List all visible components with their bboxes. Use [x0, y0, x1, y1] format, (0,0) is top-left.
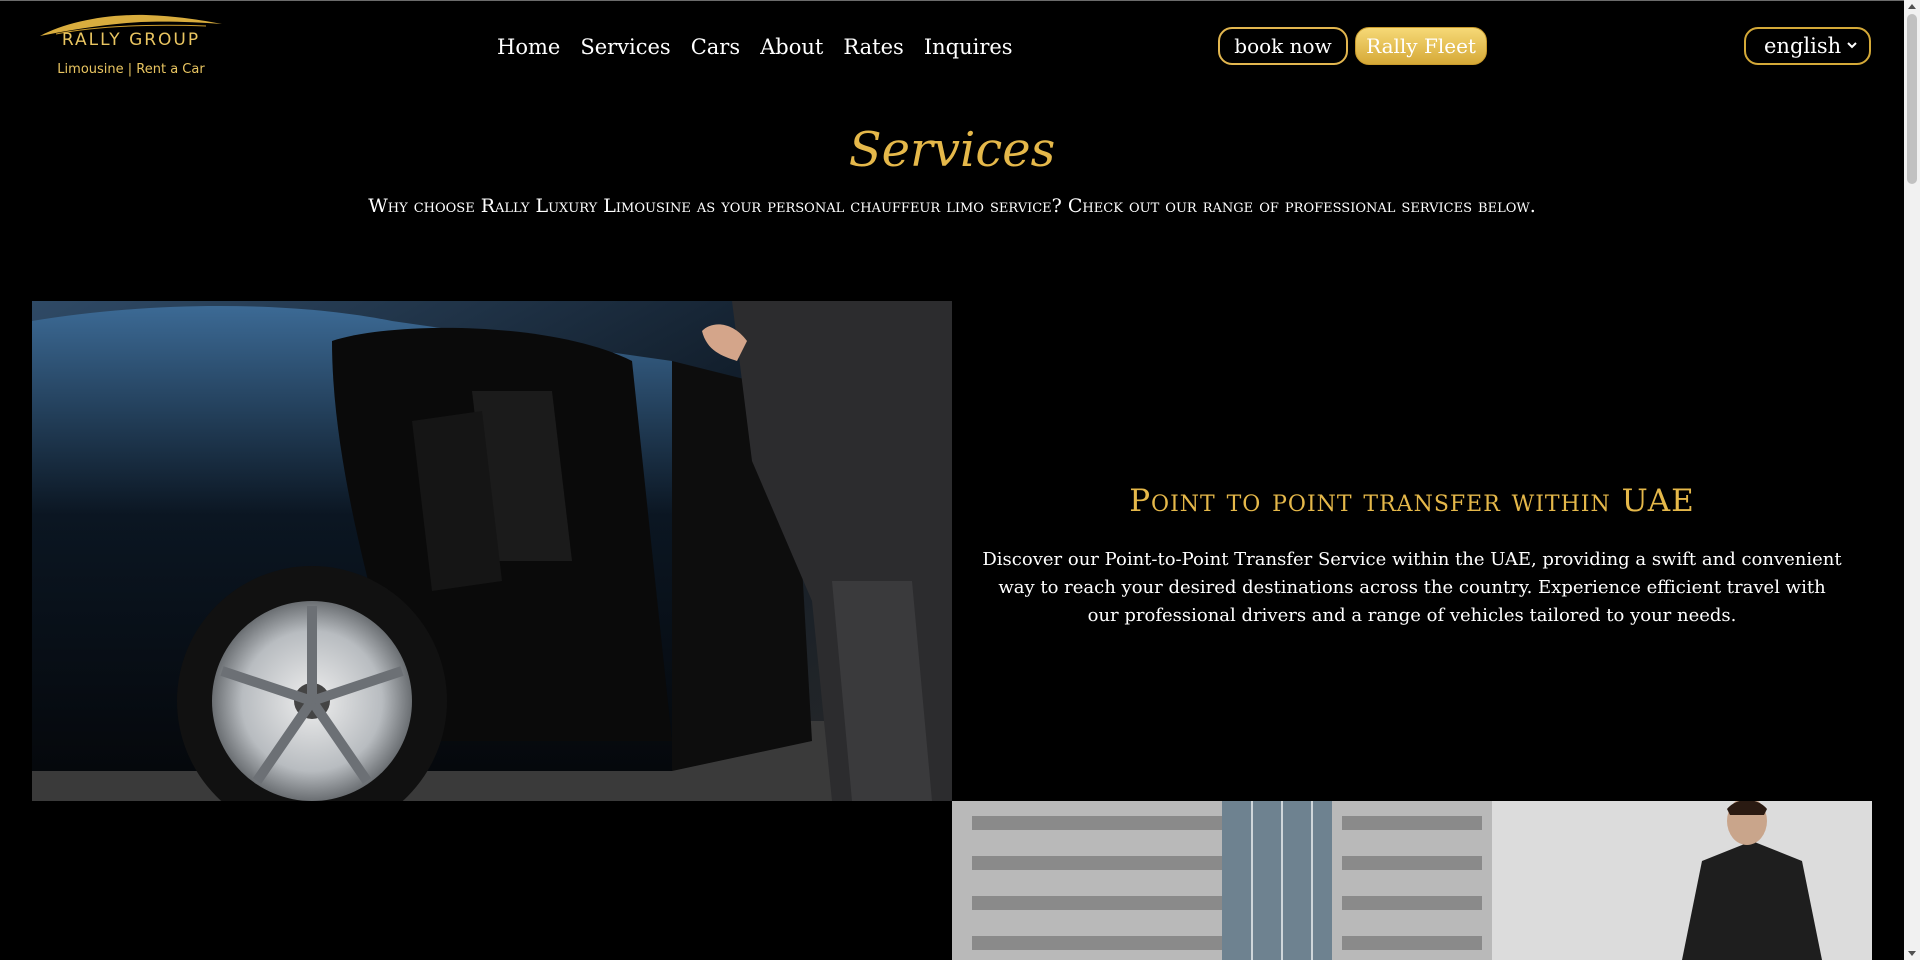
main-nav: Home Services Cars About Rates Inquires — [497, 34, 1013, 60]
window-top-border — [0, 0, 1904, 1]
book-now-button[interactable]: book now — [1218, 27, 1348, 65]
nav-rates[interactable]: Rates — [843, 34, 903, 60]
language-select[interactable]: english — [1744, 27, 1871, 65]
nav-cars[interactable]: Cars — [691, 34, 740, 60]
page-title: Services — [848, 122, 1056, 178]
logo-brand-text: RALLY GROUP — [61, 30, 201, 50]
language-selected-value: english — [1764, 34, 1842, 58]
nav-services[interactable]: Services — [580, 34, 670, 60]
scrollbar-thumb[interactable] — [1907, 14, 1917, 184]
nav-about[interactable]: About — [760, 34, 823, 60]
nav-inquires[interactable]: Inquires — [924, 34, 1013, 60]
service-image-building — [952, 801, 1872, 960]
service-image-car-door — [32, 301, 952, 801]
rally-fleet-button[interactable]: Rally Fleet — [1355, 27, 1487, 65]
chevron-down-icon — [1847, 42, 1857, 49]
scroll-down-arrow-icon[interactable] — [1908, 951, 1916, 956]
scroll-up-arrow-icon[interactable] — [1908, 4, 1916, 9]
service-description: Discover our Point-to-Point Transfer Ser… — [982, 549, 1842, 626]
page-scrollbar[interactable] — [1904, 0, 1920, 960]
logo-tagline: Limousine | Rent a Car — [57, 62, 205, 77]
rally-group-logo[interactable]: RALLY GROUP Limousine | Rent a Car — [36, 10, 226, 82]
nav-home[interactable]: Home — [497, 34, 560, 60]
page-subtitle: Why choose Rally Luxury Limousine as you… — [368, 195, 1536, 217]
service-heading: Point to point transfer within UAE — [1129, 483, 1695, 519]
